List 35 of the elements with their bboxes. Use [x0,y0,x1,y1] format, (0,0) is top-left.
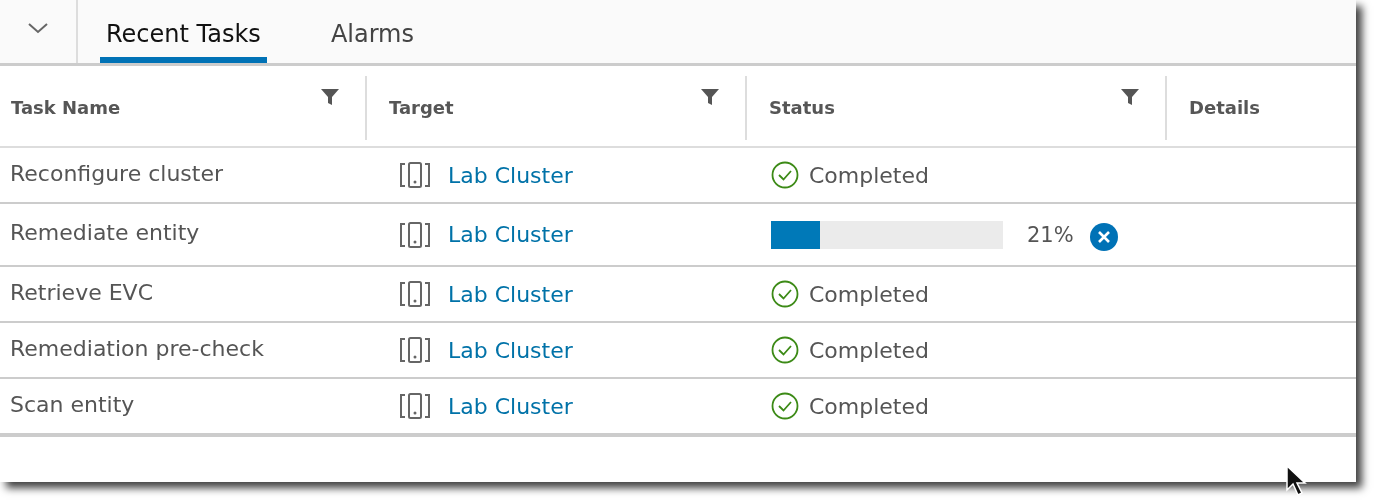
task-name: Remediation pre-check [10,335,264,361]
status-text: Completed [809,393,929,419]
check-circle-icon [771,161,799,189]
task-name: Remediate entity [10,220,200,245]
cluster-icon [399,221,431,248]
check-circle-icon [771,280,799,308]
column-header: Task Name [11,96,121,118]
check-circle-icon [771,336,799,364]
cluster-icon [399,337,431,363]
cluster-icon [399,393,431,419]
column-header: Details [1189,96,1260,118]
filter-icon[interactable] [1121,88,1139,106]
cluster-icon [399,162,431,188]
tab[interactable]: Recent Tasks [100,0,267,63]
cluster-icon [399,281,431,307]
target-link[interactable]: Lab Cluster [448,162,573,188]
filter-icon[interactable] [321,88,339,106]
task-name: Retrieve EVC [10,279,153,305]
status-text: Completed [809,162,929,188]
progress-percent: 21% [1027,222,1074,247]
filter-icon[interactable] [701,88,719,106]
tab[interactable]: Alarms [324,0,420,63]
column-header: Target [389,96,454,118]
task-name: Reconfigure cluster [10,160,223,186]
target-link[interactable]: Lab Cluster [448,281,573,307]
task-name: Scan entity [10,391,135,417]
target-link[interactable]: Lab Cluster [448,393,573,419]
target-link[interactable]: Lab Cluster [448,222,573,247]
check-circle-icon [771,392,799,420]
chevron-down-icon [27,20,49,35]
target-link[interactable]: Lab Cluster [448,337,573,363]
status-text: Completed [809,337,929,363]
column-header: Status [769,96,835,118]
status-text: Completed [809,281,929,307]
cancel-button[interactable] [1089,222,1118,251]
